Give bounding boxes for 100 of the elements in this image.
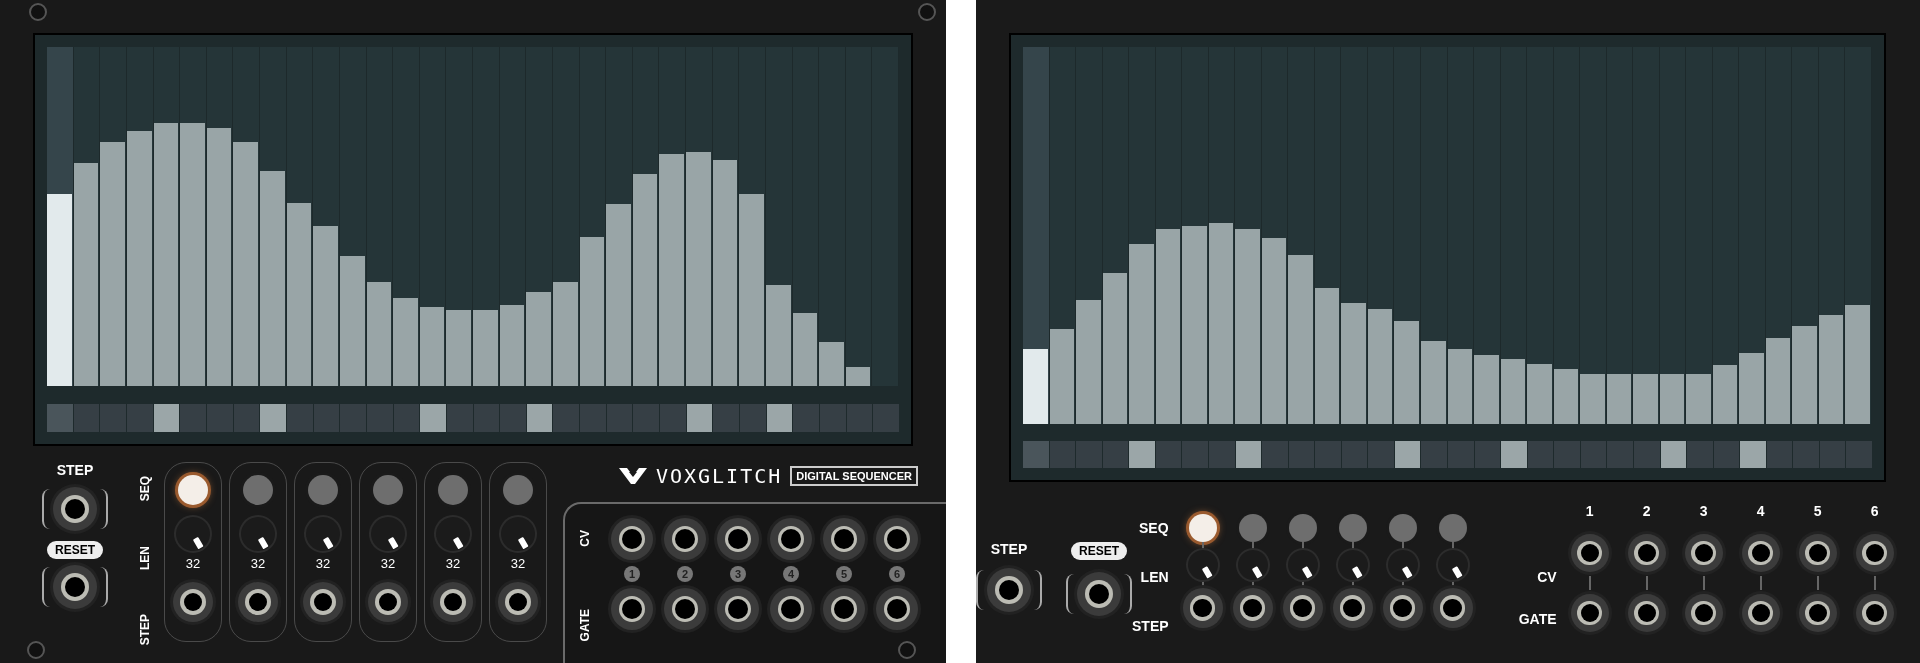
gate-cell[interactable] <box>1633 441 1660 468</box>
gate-cell[interactable] <box>1288 441 1315 468</box>
jack-socket[interactable] <box>823 518 865 560</box>
gate-cell[interactable] <box>206 404 233 432</box>
step-slider[interactable] <box>1686 47 1713 424</box>
gate-cell[interactable] <box>100 404 126 432</box>
jack-socket[interactable] <box>1570 534 1609 572</box>
jack-socket[interactable] <box>1570 594 1609 632</box>
jack-socket[interactable] <box>53 565 97 609</box>
gate-cell[interactable] <box>1580 441 1607 468</box>
gate-cell[interactable] <box>366 404 393 432</box>
jack-socket[interactable] <box>1332 588 1373 628</box>
step-slider[interactable] <box>499 47 527 386</box>
jack-socket[interactable] <box>1798 534 1837 572</box>
gate-cell[interactable] <box>1315 441 1341 468</box>
step-slider[interactable] <box>233 47 260 386</box>
step-slider[interactable] <box>180 47 207 386</box>
gate-cell[interactable] <box>633 404 660 432</box>
step-slider[interactable] <box>1129 47 1156 424</box>
gate-cell[interactable] <box>180 404 206 432</box>
sequence-button[interactable] <box>1188 514 1217 542</box>
gate-cell[interactable] <box>1076 441 1102 468</box>
jack-socket[interactable] <box>1182 588 1223 628</box>
jack-socket[interactable] <box>1741 594 1780 632</box>
gate-cell[interactable] <box>1554 441 1580 468</box>
gate-cell[interactable] <box>47 404 73 432</box>
jack-socket[interactable] <box>1077 572 1121 616</box>
gate-cell[interactable] <box>1421 441 1447 468</box>
jack-socket[interactable] <box>717 588 759 630</box>
step-slider[interactable] <box>1076 47 1103 424</box>
jack-socket[interactable] <box>876 518 918 560</box>
gate-cell[interactable] <box>1793 441 1819 468</box>
step-slider[interactable] <box>1341 47 1368 424</box>
jack-socket[interactable] <box>1432 588 1473 628</box>
gate-cell[interactable] <box>1102 441 1129 468</box>
gate-cell[interactable] <box>1766 441 1793 468</box>
step-slider[interactable] <box>1845 47 1872 424</box>
step-slider[interactable] <box>1474 47 1501 424</box>
gate-cell[interactable] <box>820 404 846 432</box>
jack-socket[interactable] <box>1232 588 1273 628</box>
step-slider[interactable] <box>1739 47 1766 424</box>
gate-cell[interactable] <box>766 404 793 432</box>
step-slider[interactable] <box>473 47 500 386</box>
sequence-button[interactable] <box>178 475 208 505</box>
gate-cell[interactable] <box>260 404 286 432</box>
gate-cell[interactable] <box>153 404 180 432</box>
jack-socket[interactable] <box>238 582 278 622</box>
step-slider[interactable] <box>1712 47 1740 424</box>
step-slider[interactable] <box>1208 47 1236 424</box>
gate-cell[interactable] <box>1049 441 1076 468</box>
gate-cell[interactable] <box>1235 441 1262 468</box>
gate-cell[interactable] <box>526 404 553 432</box>
step-slider[interactable] <box>552 47 580 386</box>
gate-cell[interactable] <box>1607 441 1633 468</box>
gate-cell[interactable] <box>1501 441 1527 468</box>
step-slider[interactable] <box>1049 47 1077 424</box>
step-slider[interactable] <box>73 47 101 386</box>
step-slider[interactable] <box>1288 47 1315 424</box>
step-slider[interactable] <box>1818 47 1846 424</box>
gate-cell[interactable] <box>1341 441 1368 468</box>
gate-cell[interactable] <box>1846 441 1872 468</box>
step-slider[interactable] <box>739 47 766 386</box>
gate-cell[interactable] <box>740 404 766 432</box>
step-slider[interactable] <box>1420 47 1448 424</box>
step-slider[interactable] <box>1261 47 1289 424</box>
gate-cell[interactable] <box>286 404 313 432</box>
step-slider[interactable] <box>659 47 686 386</box>
gate-cell[interactable] <box>1155 441 1182 468</box>
jack-socket[interactable] <box>303 582 343 622</box>
step-slider[interactable] <box>126 47 154 386</box>
gate-cell[interactable] <box>1687 441 1713 468</box>
step-slider[interactable] <box>765 47 793 386</box>
jack-socket[interactable] <box>664 588 706 630</box>
gate-cell[interactable] <box>873 404 899 432</box>
step-slider[interactable] <box>1527 47 1554 424</box>
jack-socket[interactable] <box>611 588 653 630</box>
step-slider[interactable] <box>845 47 873 386</box>
jack-socket[interactable] <box>823 588 865 630</box>
gate-cell[interactable] <box>233 404 260 432</box>
step-slider[interactable] <box>153 47 181 386</box>
gate-cell[interactable] <box>553 404 580 432</box>
step-slider[interactable] <box>1659 47 1687 424</box>
step-slider[interactable] <box>1394 47 1421 424</box>
step-slider[interactable] <box>1580 47 1607 424</box>
jack-socket[interactable] <box>987 568 1031 612</box>
jack-socket[interactable] <box>1282 588 1323 628</box>
jack-socket[interactable] <box>433 582 473 622</box>
gate-cell[interactable] <box>1660 441 1687 468</box>
gate-cell[interactable] <box>660 404 686 432</box>
step-slider[interactable] <box>47 47 74 386</box>
jack-socket[interactable] <box>1684 594 1723 632</box>
jack-socket[interactable] <box>1684 534 1723 572</box>
step-slider[interactable] <box>1367 47 1395 424</box>
gate-cell[interactable] <box>420 404 446 432</box>
gate-cell[interactable] <box>1740 441 1766 468</box>
step-slider[interactable] <box>606 47 633 386</box>
step-slider[interactable] <box>1314 47 1342 424</box>
step-slider[interactable] <box>579 47 607 386</box>
gate-cell[interactable] <box>846 404 873 432</box>
step-slider[interactable] <box>1500 47 1528 424</box>
